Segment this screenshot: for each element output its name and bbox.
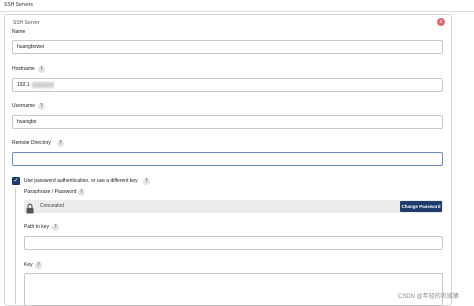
change-password-button[interactable]: Change Password xyxy=(400,201,442,212)
section-divider xyxy=(0,11,474,12)
hostname-label: Hostname xyxy=(12,66,35,72)
username-input[interactable]: huangbo xyxy=(12,115,443,129)
path-to-key-input[interactable] xyxy=(24,236,443,250)
remote-directory-input[interactable] xyxy=(12,152,443,166)
username-label: Username xyxy=(12,103,36,109)
key-help-icon[interactable]: ? xyxy=(35,262,42,269)
name-input[interactable]: huangbowei xyxy=(12,40,443,54)
passphrase-value: Concealed xyxy=(40,203,64,209)
passphrase-help-icon[interactable]: ? xyxy=(78,189,85,196)
checkmark-icon: ✓ xyxy=(13,178,19,184)
password-auth-checkbox[interactable]: ✓ xyxy=(12,177,20,185)
passphrase-field[interactable]: Concealed xyxy=(24,200,443,214)
key-textarea[interactable] xyxy=(24,273,443,306)
hostname-help-icon[interactable]: ? xyxy=(38,66,45,73)
hostname-input[interactable]: 192.1 xyxy=(12,78,443,92)
section-title: SSH Servers xyxy=(4,2,33,8)
remote-directory-help-icon[interactable]: ? xyxy=(57,140,64,147)
nested-options-bar xyxy=(15,188,16,304)
hostname-value: 192.1 xyxy=(17,82,30,88)
hostname-redaction xyxy=(31,81,54,88)
remote-directory-label: Remote Directory xyxy=(12,140,51,146)
close-icon: x xyxy=(439,19,443,25)
name-label: Name xyxy=(12,29,26,35)
path-to-key-label: Path to key xyxy=(24,224,50,230)
lock-icon xyxy=(26,201,34,214)
watermark: CSDN @年轻的农城猿 xyxy=(398,294,459,300)
path-to-key-help-icon[interactable]: ? xyxy=(52,224,59,231)
passphrase-label: Passphrase / Password xyxy=(24,189,77,195)
delete-server-button[interactable]: x xyxy=(437,18,445,26)
card-title: SSH Server xyxy=(13,20,40,26)
password-auth-help-icon[interactable]: ? xyxy=(143,178,150,185)
password-auth-label: Use password authentication, or use a di… xyxy=(24,178,138,184)
key-label: Key xyxy=(24,262,33,268)
username-help-icon[interactable]: ? xyxy=(38,103,45,110)
